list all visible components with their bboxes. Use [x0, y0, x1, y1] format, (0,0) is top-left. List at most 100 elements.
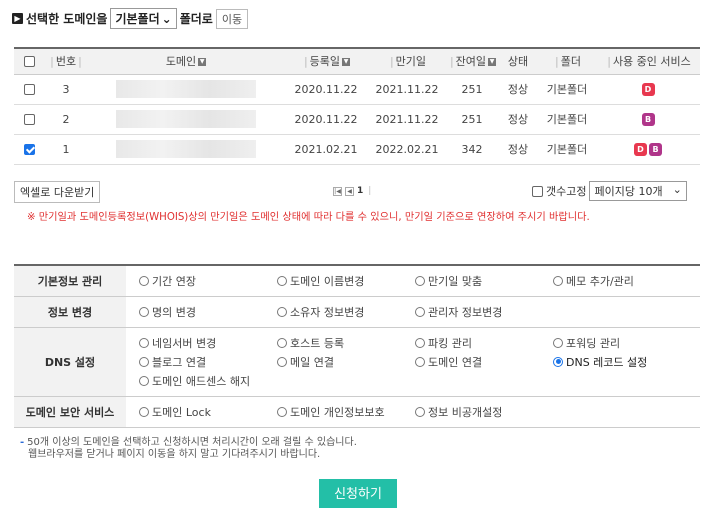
- service-option[interactable]: 정보 비공개설정: [415, 404, 553, 420]
- row-domain[interactable]: [88, 104, 284, 135]
- row-domain[interactable]: [88, 74, 284, 105]
- move-button[interactable]: 이동: [215, 8, 249, 29]
- apply-button[interactable]: 신청하기: [319, 479, 397, 508]
- service-option[interactable]: 도메인 연결: [415, 354, 553, 370]
- option-label: 정보 비공개설정: [428, 405, 503, 419]
- col-domain[interactable]: 도메인 ▼: [88, 47, 284, 75]
- blurred-domain[interactable]: [116, 80, 256, 98]
- radio-icon[interactable]: [277, 337, 287, 348]
- row-services: DB: [596, 134, 700, 165]
- service-option[interactable]: 도메인 Lock: [139, 404, 277, 420]
- fix-count-checkbox[interactable]: [532, 185, 543, 197]
- radio-icon[interactable]: [277, 275, 287, 286]
- service-option[interactable]: 메모 추가/관리: [553, 273, 691, 289]
- option-row: 정보 변경 명의 변경 소유자 정보변경 관리자 정보변경: [14, 296, 700, 328]
- radio-icon[interactable]: [415, 337, 425, 348]
- row-number: 2: [44, 104, 88, 135]
- radio-icon[interactable]: [415, 406, 425, 417]
- blurred-domain[interactable]: [116, 140, 256, 158]
- option-label: 도메인 연결: [428, 355, 483, 369]
- service-option[interactable]: 파킹 관리: [415, 335, 553, 351]
- radio-icon[interactable]: [139, 306, 149, 317]
- excel-download-button[interactable]: 엑셀로 다운받기: [14, 181, 101, 203]
- row-expires: 2021.11.22: [368, 74, 446, 105]
- row-registered: 2020.11.22: [284, 104, 368, 135]
- service-option[interactable]: 소유자 정보변경: [277, 304, 415, 320]
- select-all-cell[interactable]: [14, 47, 44, 75]
- row-remaining: 251: [446, 74, 498, 105]
- radio-icon[interactable]: [553, 337, 563, 348]
- row-select-cell[interactable]: [14, 74, 44, 105]
- table-row[interactable]: 3 2020.11.22 2021.11.22 251 정상 기본폴더 D: [14, 74, 700, 105]
- radio-icon[interactable]: [415, 356, 425, 367]
- first-page-icon[interactable]: |◀: [333, 186, 342, 196]
- option-label: 파킹 관리: [428, 336, 472, 350]
- option-label: 도메인 이름변경: [290, 274, 365, 288]
- option-label: 도메인 Lock: [152, 405, 211, 419]
- radio-icon[interactable]: [553, 356, 563, 367]
- option-cell: 명의 변경 소유자 정보변경 관리자 정보변경: [126, 296, 700, 328]
- option-label: 만기일 맞춤: [428, 274, 483, 288]
- radio-icon[interactable]: [139, 337, 149, 348]
- radio-icon[interactable]: [277, 356, 287, 367]
- service-option[interactable]: 네임서버 변경: [139, 335, 277, 351]
- option-row: 기본정보 관리 기간 연장 도메인 이름변경 만기일 맞춤 메모 추가/관리: [14, 264, 700, 297]
- row-expires: 2022.02.21: [368, 134, 446, 165]
- service-option[interactable]: DNS 레코드 설정: [553, 354, 691, 370]
- col-remaining[interactable]: | 잔여일 ▼: [446, 47, 498, 75]
- row-checkbox[interactable]: [23, 84, 35, 95]
- service-option[interactable]: 포워딩 관리: [553, 335, 691, 351]
- row-number: 1: [44, 134, 88, 165]
- radio-icon[interactable]: [277, 406, 287, 417]
- move-label-before: 선택한 도메인을: [26, 12, 108, 26]
- row-remaining: 251: [446, 104, 498, 135]
- radio-icon[interactable]: [139, 356, 149, 367]
- row-checkbox[interactable]: [23, 114, 35, 125]
- service-option[interactable]: 관리자 정보변경: [415, 304, 553, 320]
- row-expires: 2021.11.22: [368, 104, 446, 135]
- sort-icon[interactable]: ▼: [488, 58, 497, 67]
- row-domain[interactable]: [88, 134, 284, 165]
- folder-select[interactable]: 기본폴더 ⌄: [110, 8, 177, 29]
- folder-select-value: 기본폴더: [115, 12, 160, 26]
- chevron-down-icon: ⌄: [672, 183, 682, 196]
- table-row[interactable]: 1 2021.02.21 2022.02.21 342 정상 기본폴더 D B: [14, 134, 700, 165]
- sort-icon[interactable]: ▼: [198, 58, 207, 67]
- service-option[interactable]: 도메인 개인정보보호: [277, 404, 415, 420]
- service-option[interactable]: 블로그 연결: [139, 354, 277, 370]
- per-page-select[interactable]: 페이지당 10개 ⌄: [589, 181, 687, 201]
- col-expires: | 만기일: [368, 47, 446, 75]
- option-label: 도메인 개인정보보호: [290, 405, 385, 419]
- current-page[interactable]: 1: [357, 186, 363, 196]
- option-label: DNS 레코드 설정: [566, 355, 648, 369]
- service-option[interactable]: 도메인 이름변경: [277, 273, 415, 289]
- select-all-checkbox[interactable]: [23, 56, 35, 68]
- radio-icon[interactable]: [415, 275, 425, 286]
- radio-icon[interactable]: [553, 275, 563, 286]
- row-select-cell[interactable]: [14, 134, 44, 165]
- fix-count-label: 갯수고정: [546, 185, 587, 198]
- radio-icon[interactable]: [277, 306, 287, 317]
- radio-icon[interactable]: [139, 375, 149, 386]
- sort-icon[interactable]: ▼: [342, 58, 351, 67]
- service-option[interactable]: 기간 연장: [139, 273, 277, 289]
- col-registered[interactable]: | 등록일 ▼: [284, 47, 368, 75]
- service-option[interactable]: 호스트 등록: [277, 335, 415, 351]
- service-option[interactable]: 도메인 애드센스 해지: [139, 373, 277, 389]
- service-option[interactable]: 만기일 맞춤: [415, 273, 553, 289]
- service-badge: B: [649, 143, 662, 156]
- service-option[interactable]: 메일 연결: [277, 354, 415, 370]
- service-option[interactable]: 명의 변경: [139, 304, 277, 320]
- radio-icon[interactable]: [139, 275, 149, 286]
- prev-page-icon[interactable]: ◀: [345, 186, 354, 196]
- row-select-cell[interactable]: [14, 104, 44, 135]
- option-label: 포워딩 관리: [566, 336, 621, 350]
- radio-icon[interactable]: [415, 306, 425, 317]
- table-row[interactable]: 2 2020.11.22 2021.11.22 251 정상 기본폴더 B: [14, 104, 700, 135]
- black-square-icon: ▶: [12, 13, 23, 24]
- row-checkbox[interactable]: [23, 144, 35, 155]
- radio-icon[interactable]: [139, 406, 149, 417]
- blurred-domain[interactable]: [116, 110, 256, 128]
- service-badge: B: [641, 113, 655, 126]
- row-number: 3: [44, 74, 88, 105]
